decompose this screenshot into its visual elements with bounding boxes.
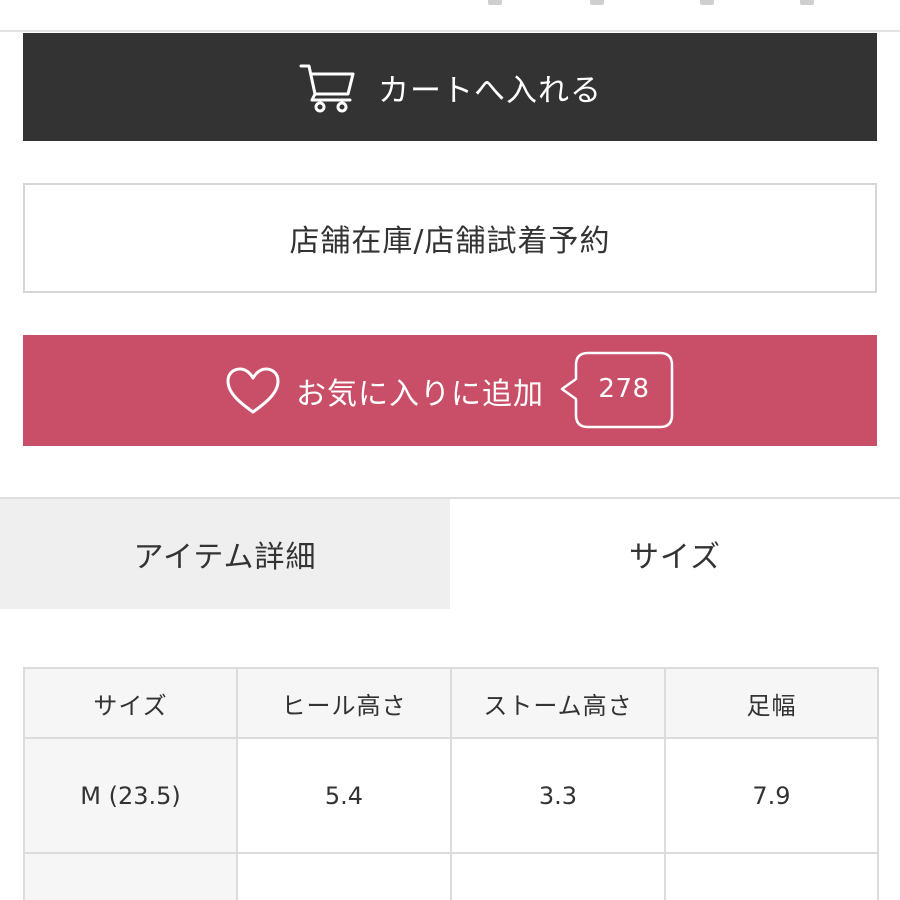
header-storm-height: ストーム高さ [450, 667, 666, 739]
product-page: カートへ入れる 店舗在庫/店舗試着予約 お気に入りに追加 278 アイテム詳細 … [0, 0, 900, 900]
cart-icon [298, 60, 356, 114]
table-cell-cutoff [450, 852, 666, 900]
table-cell-cutoff [664, 852, 879, 900]
heart-icon [224, 366, 282, 416]
table-cell-storm-height: 3.3 [450, 737, 666, 854]
nav-fragment [488, 0, 502, 5]
add-to-cart-label: カートへ入れる [378, 72, 602, 109]
table-cell-foot-width: 7.9 [664, 737, 879, 854]
top-nav-remnant [0, 0, 900, 32]
add-to-favorites-label: お気に入りに追加 [296, 376, 544, 412]
favorite-count-badge: 278 [558, 349, 676, 433]
header-size: サイズ [23, 667, 238, 739]
size-table: サイズ ヒール高さ ストーム高さ 足幅 M (23.5) 5.4 3.3 7.9 [23, 667, 879, 900]
tab-size[interactable]: サイズ [450, 499, 900, 609]
table-cell-cutoff [23, 852, 238, 900]
tab-item-details[interactable]: アイテム詳細 [0, 499, 450, 609]
nav-fragment [700, 0, 714, 5]
table-cell-size: M (23.5) [23, 737, 238, 854]
favorite-count: 278 [598, 373, 650, 404]
header-foot-width: 足幅 [664, 667, 879, 739]
store-stock-reservation-button[interactable]: 店舗在庫/店舗試着予約 [23, 183, 877, 293]
table-header-row: サイズ ヒール高さ ストーム高さ 足幅 [23, 667, 879, 739]
store-stock-label: 店舗在庫/店舗試着予約 [289, 224, 611, 259]
header-heel-height: ヒール高さ [236, 667, 452, 739]
table-cell-cutoff [236, 852, 452, 900]
table-cell-heel-height: 5.4 [236, 737, 452, 854]
add-to-cart-button[interactable]: カートへ入れる [23, 33, 877, 141]
table-row-cutoff [23, 852, 879, 900]
table-row: M (23.5) 5.4 3.3 7.9 [23, 737, 879, 854]
nav-fragment [590, 0, 604, 5]
add-to-favorites-button[interactable]: お気に入りに追加 278 [23, 335, 877, 446]
nav-fragment [800, 0, 814, 5]
